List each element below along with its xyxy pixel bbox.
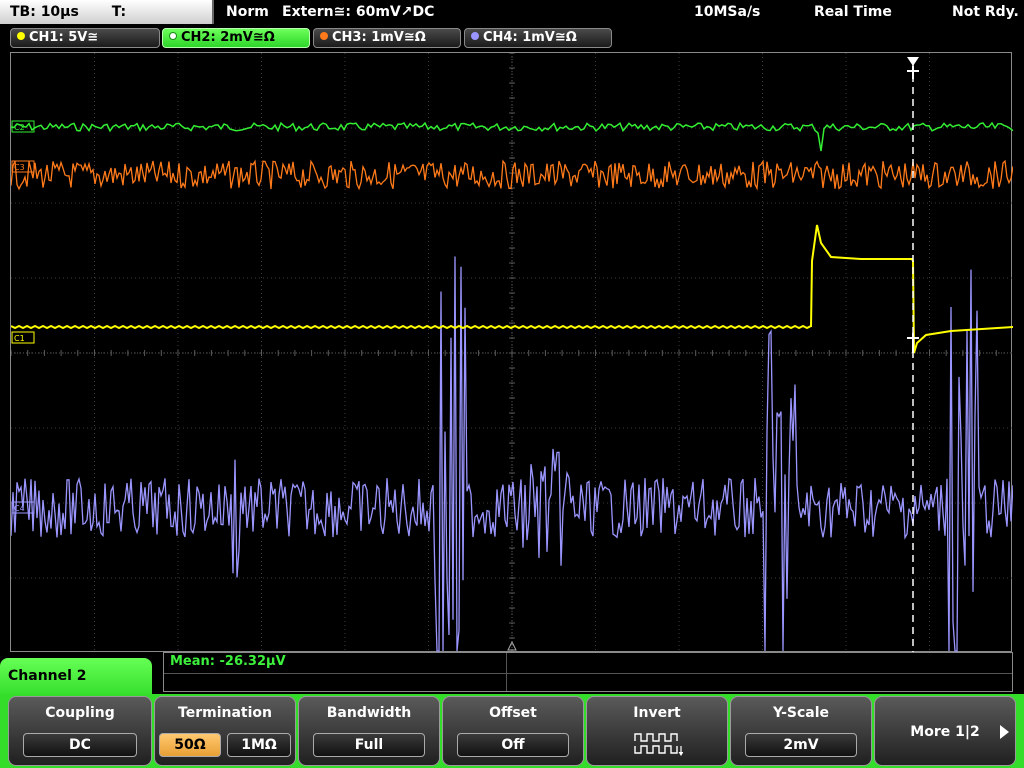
offset-softkey[interactable]: Offset Off [442,696,584,766]
tab-ch4[interactable]: CH4: 1mV≅Ω [464,28,612,48]
ch3-marker-label: C3 [14,163,25,172]
ch4-offset-marker[interactable]: C4 [11,501,35,514]
tab-ch2[interactable]: CH2: 2mV≅Ω [162,28,310,48]
invert-label: Invert [633,705,681,721]
coupling-softkey[interactable]: Coupling DC [8,696,152,766]
termination-50ohm-option[interactable]: 50Ω [159,733,221,757]
waveform-display[interactable]: C2 C3 C1 C4 [10,52,1013,653]
measurement-divider [164,673,1012,674]
tab-ch2-label: CH2: 2mV≅Ω [181,30,275,45]
termination-softkey[interactable]: Termination 50Ω 1MΩ [154,696,296,766]
measurement-panel: Mean: -26.32µV [163,652,1013,692]
graticule: C2 C3 C1 C4 [11,53,1013,653]
mean-measurement: Mean: -26.32µV [170,654,286,669]
bandwidth-value[interactable]: Full [313,733,425,757]
offset-value[interactable]: Off [457,733,569,757]
timebase-box[interactable]: TB: 10µs T: -40.1µs [0,0,214,44]
timebase-value: TB: 10µs [10,4,79,20]
coupling-label: Coupling [45,705,115,721]
tab-ch1[interactable]: CH1: 5V≅ [10,28,160,48]
invert-waveform-icon [634,733,683,756]
yscale-softkey[interactable]: Y-Scale 2mV [730,696,872,766]
more-label: More 1|2 [910,724,980,740]
trigger-source[interactable]: Extern≅: 60mV↗DC [282,0,434,24]
termination-label: Termination [178,705,272,721]
ch2-dot-icon [169,32,177,40]
tab-ch3[interactable]: CH3: 1mV≅Ω [313,28,461,48]
yscale-value[interactable]: 2mV [745,733,857,757]
ch1-marker-label: C1 [14,334,25,343]
ch4-marker-label: C4 [14,504,25,513]
tab-ch4-label: CH4: 1mV≅Ω [483,30,577,45]
sample-rate: 10MSa/s [694,4,761,20]
tab-ch3-label: CH3: 1mV≅Ω [332,30,426,45]
acquisition-status: Not Rdy. [952,4,1019,20]
ch3-dot-icon [320,32,328,40]
trigger-mode[interactable]: Norm [226,0,269,24]
ch2-marker-label: C2 [14,123,25,132]
ch1-offset-marker[interactable]: C1 [11,331,35,344]
coupling-value[interactable]: DC [23,733,137,757]
arrow-right-icon [1000,725,1009,739]
termination-1mohm-option[interactable]: 1MΩ [227,733,291,757]
ch4-dot-icon [471,32,479,40]
bandwidth-label: Bandwidth [326,705,412,721]
invert-softkey[interactable]: Invert [586,696,728,766]
tab-ch1-label: CH1: 5V≅ [29,30,99,45]
menu-title: Channel 2 [0,658,152,698]
acquisition-mode: Real Time [814,4,892,20]
measurement-divider [506,653,507,691]
yscale-label: Y-Scale [772,705,829,721]
offset-label: Offset [489,705,537,721]
status-bar: TB: 10µs T: -40.1µs Norm Extern≅: 60mV↗D… [0,0,1024,44]
more-softkey[interactable]: More 1|2 [874,696,1016,766]
bandwidth-softkey[interactable]: Bandwidth Full [298,696,440,766]
ch1-dot-icon [17,32,25,40]
